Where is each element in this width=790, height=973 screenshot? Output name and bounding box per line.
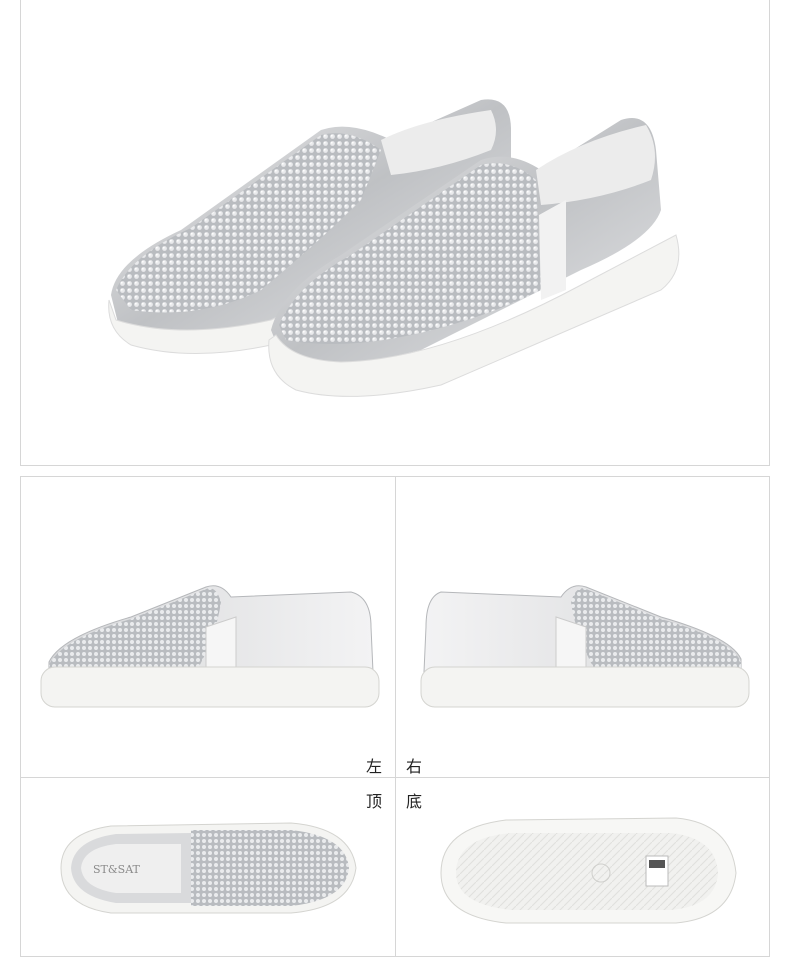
hero-product-image: [20, 0, 770, 466]
side-view-left-image: 左: [20, 476, 396, 778]
shoe-sole-illustration: [440, 817, 737, 924]
bottom-view-image: 底: [395, 777, 770, 957]
shoe-side-right-illustration: [420, 585, 750, 708]
caption-right: 右: [406, 757, 423, 776]
side-view-right-image: 右: [395, 476, 770, 778]
insole-brand-logo: ST&SAT: [93, 863, 140, 876]
shoe-side-left-illustration: [40, 585, 380, 708]
shoe-pair-illustration: [108, 99, 680, 397]
shoe-top-illustration: [60, 822, 357, 914]
caption-left: 左: [366, 757, 383, 776]
top-view-image: 顶 ST&SAT: [20, 777, 396, 957]
